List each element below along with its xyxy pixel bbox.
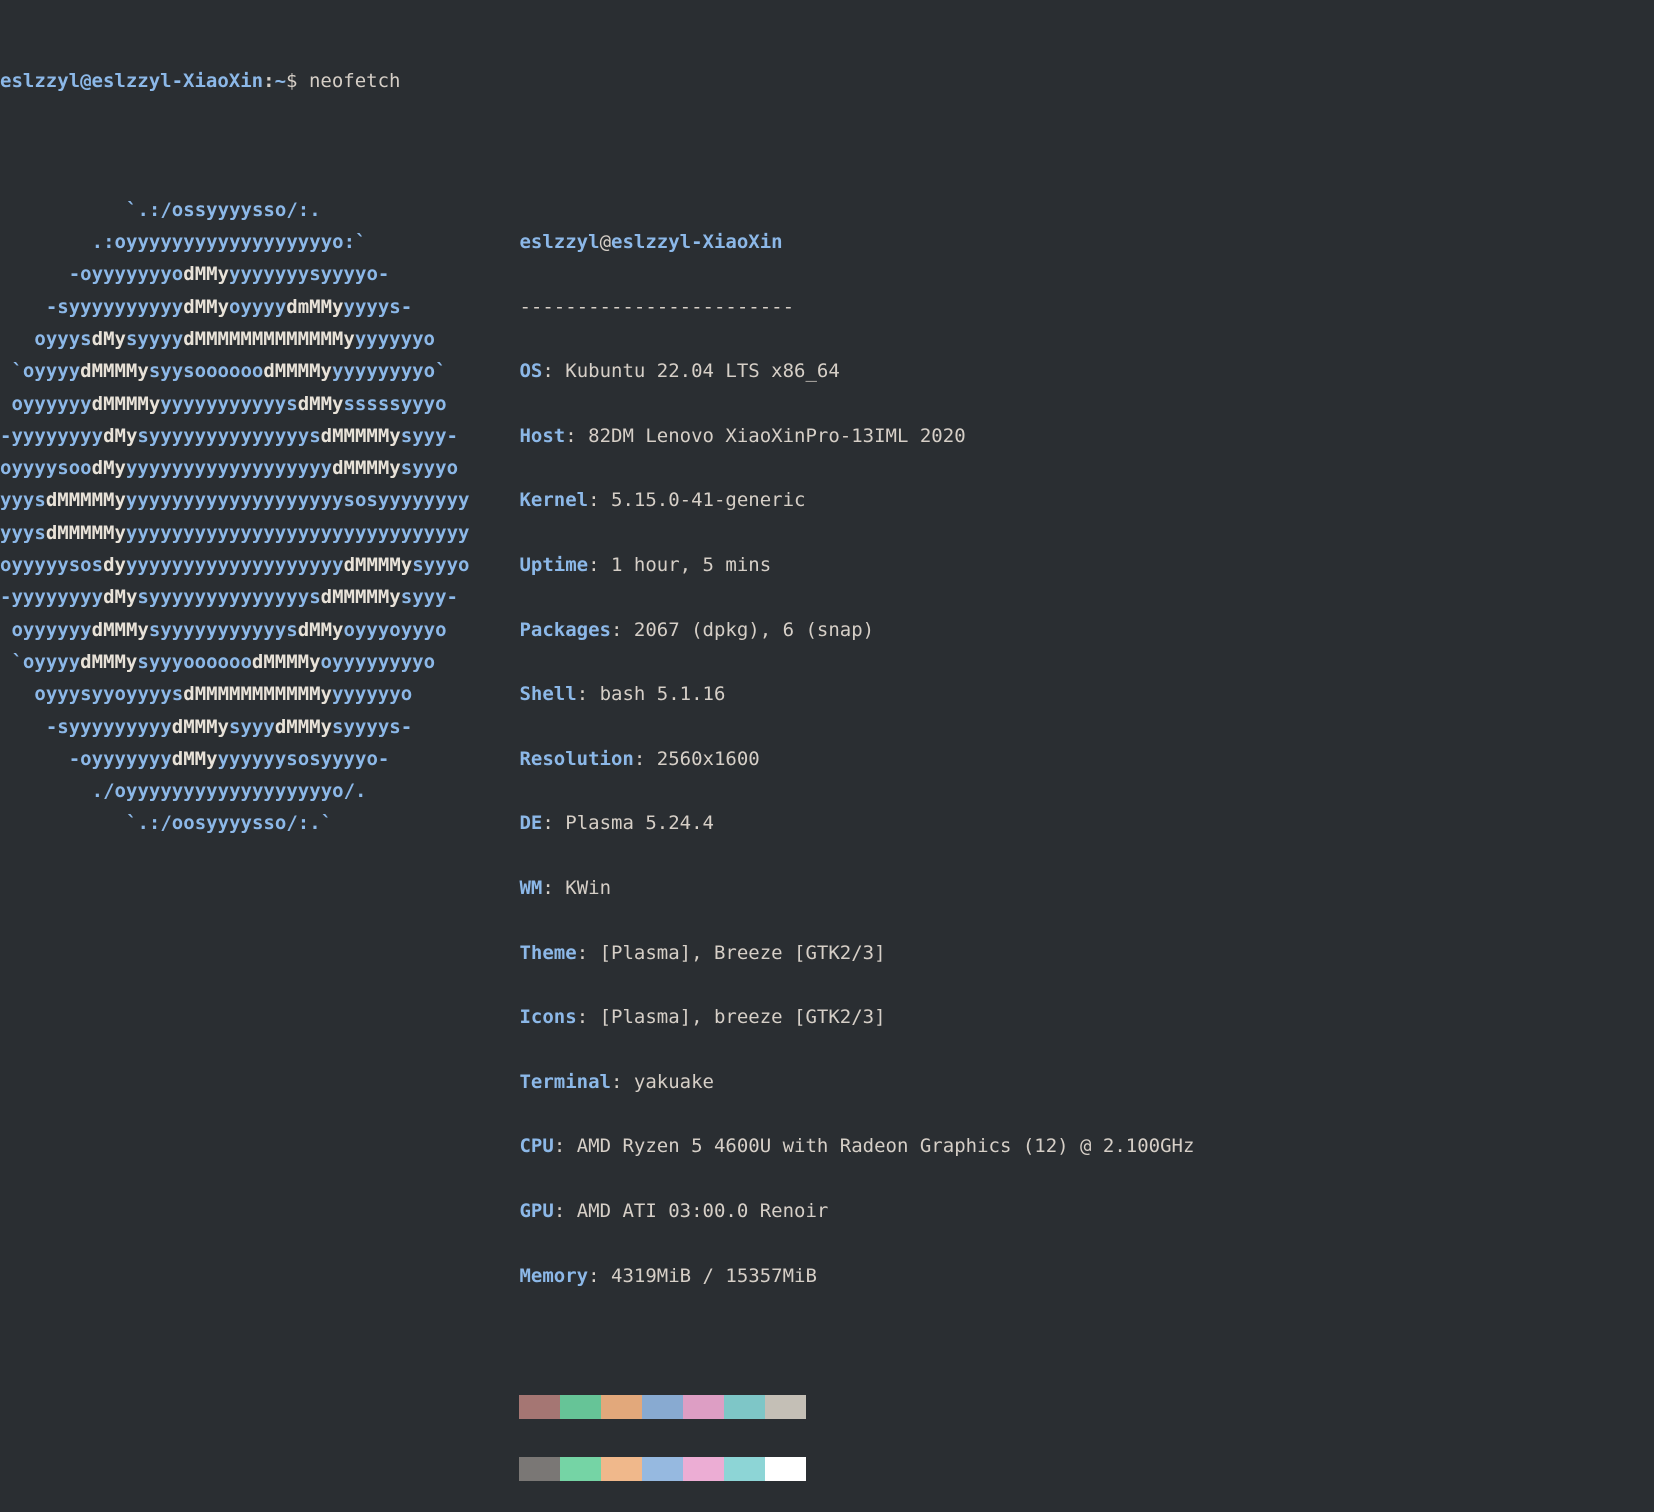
color-block [519, 1457, 560, 1481]
ascii-logo-line: -oyyyyyyydMMyyyyyyysosyyyyo- [0, 743, 469, 775]
memory-val: 4319MiB / 15357MiB [611, 1265, 817, 1287]
ascii-logo-line: oyyyysoodMyyyyyyyyyyyyyyyyyyydMMMMysyyyo [0, 452, 469, 484]
color-block [560, 1395, 601, 1419]
wm-val: KWin [565, 877, 611, 899]
color-block [765, 1395, 806, 1419]
color-block [765, 1457, 806, 1481]
memory-key: Memory [519, 1265, 588, 1287]
ascii-logo-line: oyyyyyydMMMysyyyyyyyyyyysdMMyoyyyoyyyo [0, 614, 469, 646]
ascii-logo-line: `oyyyydMMMMysyysoooooodMMMMyyyyyyyyyo` [0, 355, 469, 387]
color-block [683, 1395, 724, 1419]
ascii-logo-line: `.:/oosyyyysso/:.` [0, 807, 469, 839]
resolution-val: 2560x1600 [657, 748, 760, 770]
info-dashes: ------------------------ [519, 296, 794, 318]
info-at: @ [600, 231, 611, 253]
ascii-logo-line: `oyyyydMMMysyyyoooooodMMMMyoyyyyyyyyo [0, 646, 469, 678]
ascii-logo-line: oyyysyyoyyyysdMMMMMMMMMMMyyyyyyyo [0, 678, 469, 710]
os-val: Kubuntu 22.04 LTS x86_64 [565, 360, 840, 382]
ascii-logo-line: `.:/ossyyyysso/:. [0, 194, 469, 226]
cpu-key: CPU [519, 1135, 553, 1157]
prompt-user: eslzzyl [0, 70, 80, 92]
ascii-logo-line: -oyyyyyyyodMMyyyyyyyysyyyyo- [0, 258, 469, 290]
color-palette-row2 [519, 1457, 1194, 1481]
color-block [683, 1457, 724, 1481]
color-palette-row1 [519, 1395, 1194, 1419]
uptime-key: Uptime [519, 554, 588, 576]
ascii-logo-line: yyysdMMMMMyyyyyyyyyyyyyyyyyyyyyyyyyyyyyy… [0, 517, 469, 549]
wm-key: WM [519, 877, 542, 899]
ascii-logo-line: -syyyyyyyyydMMMysyyydMMMysyyyys- [0, 711, 469, 743]
gpu-key: GPU [519, 1200, 553, 1222]
de-val: Plasma 5.24.4 [565, 812, 714, 834]
theme-key: Theme [519, 942, 576, 964]
ascii-logo-line: oyyysdMysyyyydMMMMMMMMMMMMMyyyyyyyo [0, 323, 469, 355]
shell-key: Shell [519, 683, 576, 705]
ascii-logo-line: .:oyyyyyyyyyyyyyyyyyyo:` [0, 226, 469, 258]
theme-val: [Plasma], Breeze [GTK2/3] [600, 942, 886, 964]
os-key: OS [519, 360, 542, 382]
blank-line [519, 1324, 1194, 1356]
color-block [601, 1395, 642, 1419]
packages-val: 2067 (dpkg), 6 (snap) [634, 619, 874, 641]
prompt-line: eslzzyl@eslzzyl-XiaoXin:~$ neofetch [0, 65, 1654, 97]
prompt-host: eslzzyl-XiaoXin [92, 70, 264, 92]
ascii-logo-line: -yyyyyyyydMysyyyyyyyyyyyyyysdMMMMMysyyy- [0, 420, 469, 452]
de-key: DE [519, 812, 542, 834]
info-user: eslzzyl [519, 231, 599, 253]
color-block [724, 1395, 765, 1419]
icons-val: [Plasma], breeze [GTK2/3] [600, 1006, 886, 1028]
prompt-path: ~ [275, 70, 286, 92]
packages-key: Packages [519, 619, 611, 641]
uptime-val: 1 hour, 5 mins [611, 554, 771, 576]
prompt-at: @ [80, 70, 91, 92]
kernel-key: Kernel [519, 489, 588, 511]
color-block [601, 1457, 642, 1481]
color-block [642, 1457, 683, 1481]
color-block [560, 1457, 601, 1481]
info-host: eslzzyl-XiaoXin [611, 231, 783, 253]
prompt-colon: : [263, 70, 274, 92]
prompt-dollar: $ [286, 70, 297, 92]
color-block [519, 1395, 560, 1419]
gpu-val: AMD ATI 03:00.0 Renoir [577, 1200, 829, 1222]
resolution-key: Resolution [519, 748, 633, 770]
shell-val: bash 5.1.16 [600, 683, 726, 705]
command-text: neofetch [309, 70, 401, 92]
color-block [642, 1395, 683, 1419]
kernel-val: 5.15.0-41-generic [611, 489, 805, 511]
ascii-logo-line: -syyyyyyyyyydMMyoyyyydmMMyyyyys- [0, 291, 469, 323]
ascii-logo-line: yyysdMMMMMyyyyyyyyyyyyyyyyyyyysosyyyyyyy… [0, 484, 469, 516]
host-val: 82DM Lenovo XiaoXinPro-13IML 2020 [588, 425, 966, 447]
ascii-logo-line: oyyyyyydMMMMyyyyyyyyyyyysdMMysssssyyyo [0, 388, 469, 420]
cpu-val: AMD Ryzen 5 4600U with Radeon Graphics (… [577, 1135, 1195, 1157]
ascii-logo: `.:/ossyyyysso/:. .:oyyyyyyyyyyyyyyyyyyo… [0, 194, 469, 1512]
ascii-logo-line: oyyyyysosdyyyyyyyyyyyyyyyyyyyydMMMMysyyy… [0, 549, 469, 581]
ascii-logo-line: ./oyyyyyyyyyyyyyyyyyyo/. [0, 775, 469, 807]
terminal-val: yakuake [634, 1071, 714, 1093]
terminal-window[interactable]: eslzzyl@eslzzyl-XiaoXin:~$ neofetch `.:/… [0, 0, 1654, 1512]
host-key: Host [519, 425, 565, 447]
ascii-logo-line: -yyyyyyyydMysyyyyyyyyyyyyyysdMMMMMysyyy- [0, 581, 469, 613]
system-info: eslzzyl@eslzzyl-XiaoXin ----------------… [469, 194, 1194, 1512]
terminal-key: Terminal [519, 1071, 611, 1093]
color-block [724, 1457, 765, 1481]
icons-key: Icons [519, 1006, 576, 1028]
